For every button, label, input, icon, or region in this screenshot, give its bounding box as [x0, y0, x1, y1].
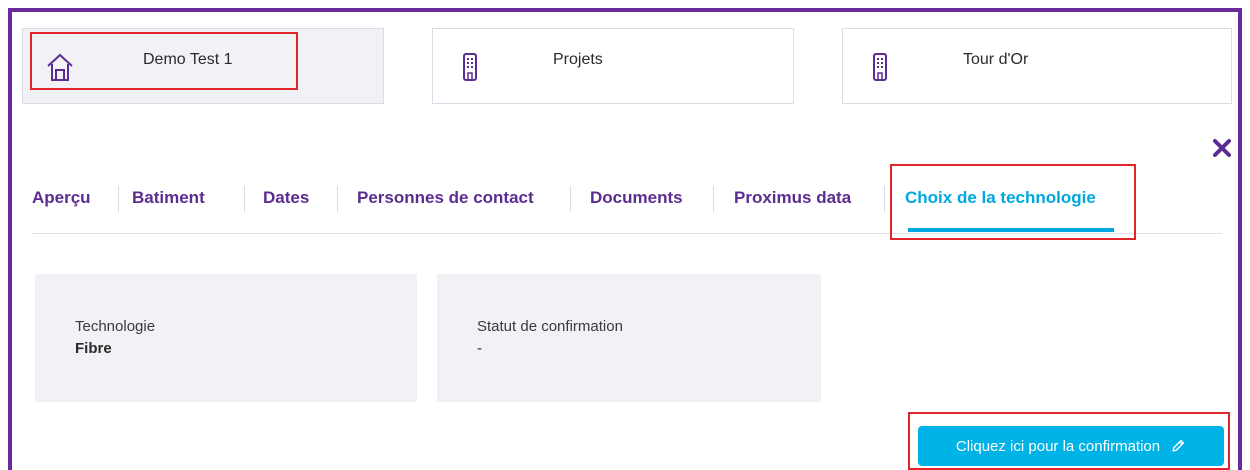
confirm-button-label: Cliquez ici pour la confirmation: [955, 437, 1161, 455]
tab-divider: [118, 186, 119, 212]
confirmation-status-card: Statut de confirmation -: [437, 274, 821, 402]
tab-divider: [337, 186, 338, 212]
tab-choix-de-la-technologie[interactable]: Choix de la technologie: [905, 188, 1096, 208]
tab-personnes-de-contact[interactable]: Personnes de contact: [357, 188, 534, 208]
building-icon: [455, 51, 485, 85]
tab-bar: Aperçu Batiment Dates Personnes de conta…: [32, 176, 1222, 234]
confirmation-status-label: Statut de confirmation: [477, 318, 623, 335]
tab-proximus-data[interactable]: Proximus data: [734, 188, 851, 208]
modal-frame: Demo Test 1 Projets Tour d'Or Aperçu Bat…: [8, 8, 1242, 470]
breadcrumb-label: Tour d'Or: [963, 51, 1029, 68]
active-tab-indicator: [908, 228, 1114, 232]
confirm-button[interactable]: Cliquez ici pour la confirmation: [918, 426, 1224, 466]
tab-divider: [570, 186, 571, 212]
tab-divider: [884, 186, 885, 212]
pencil-icon: [1172, 439, 1185, 452]
close-button[interactable]: [1208, 134, 1236, 162]
tab-apercu[interactable]: Aperçu: [32, 188, 91, 208]
tab-batiment[interactable]: Batiment: [132, 188, 205, 208]
technology-label: Technologie: [75, 318, 156, 335]
tab-divider: [244, 186, 245, 212]
confirmation-status-value: -: [477, 340, 482, 357]
close-icon: [1213, 139, 1231, 157]
building-icon: [865, 51, 895, 85]
technology-card: Technologie Fibre: [35, 274, 417, 402]
house-icon: [45, 51, 75, 85]
breadcrumb-demo-test[interactable]: Demo Test 1: [22, 28, 384, 104]
breadcrumb-projets[interactable]: Projets: [432, 28, 794, 104]
tab-dates[interactable]: Dates: [263, 188, 309, 208]
tab-divider: [713, 186, 714, 212]
breadcrumb-label: Projets: [553, 51, 603, 68]
technology-value: Fibre: [75, 340, 112, 357]
breadcrumb-label: Demo Test 1: [143, 51, 233, 68]
tab-documents[interactable]: Documents: [590, 188, 683, 208]
breadcrumb-tour-dor[interactable]: Tour d'Or: [842, 28, 1232, 104]
